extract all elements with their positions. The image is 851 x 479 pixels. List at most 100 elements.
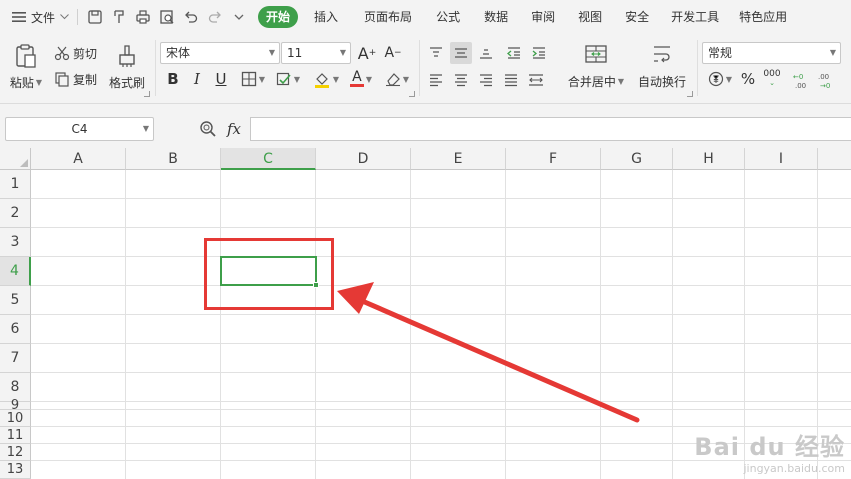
chevron-down-icon: ▼: [725, 74, 733, 84]
row-header-11[interactable]: 11: [0, 427, 31, 444]
font-color-button[interactable]: A ▼: [346, 69, 376, 89]
increase-indent-icon[interactable]: [528, 42, 550, 64]
column-header-e[interactable]: E: [411, 148, 506, 170]
clear-button[interactable]: ▼: [382, 69, 412, 89]
formula-bar: C4 ▼ fx: [0, 104, 851, 148]
borders-button[interactable]: ▼: [238, 69, 268, 89]
tab-special-apps[interactable]: 特色应用: [730, 6, 796, 28]
row-header-1[interactable]: 1: [0, 170, 31, 199]
insert-function-button[interactable]: fx: [222, 119, 246, 139]
row-header-3[interactable]: 3: [0, 228, 31, 257]
wrap-text-label: 自动换行: [637, 75, 686, 89]
cell-style-button[interactable]: ▼: [273, 69, 303, 89]
name-box-value: C4: [71, 122, 88, 136]
currency-button[interactable]: ▼: [705, 69, 735, 89]
format-painter-icon[interactable]: [108, 6, 130, 28]
customize-icon[interactable]: [228, 6, 250, 28]
tab-security[interactable]: 安全: [616, 6, 658, 28]
row-header-6[interactable]: 6: [0, 315, 31, 344]
column-header-d[interactable]: D: [316, 148, 411, 170]
fill-color-button[interactable]: ▼: [310, 69, 342, 89]
name-box[interactable]: C4 ▼: [5, 117, 154, 141]
merge-center-button[interactable]: 合并居中 ▼: [562, 42, 630, 92]
save-icon[interactable]: [84, 6, 106, 28]
grid-row-line: [31, 401, 851, 402]
align-middle-icon[interactable]: [450, 42, 472, 64]
column-header-h[interactable]: H: [673, 148, 745, 170]
zoom-search-icon[interactable]: [198, 119, 218, 139]
thousands-button[interactable]: 000 ⌄: [762, 69, 782, 89]
print-icon[interactable]: [132, 6, 154, 28]
row-header-7[interactable]: 7: [0, 344, 31, 373]
row-header-5[interactable]: 5: [0, 286, 31, 315]
increase-decimal-icon[interactable]: ←0.00: [790, 69, 812, 91]
cut-button[interactable]: 剪切: [53, 43, 97, 63]
distributed-icon[interactable]: [525, 69, 547, 91]
row-header-4[interactable]: 4: [0, 257, 31, 286]
worksheet-grid[interactable]: ABCDEFGHI 1 2 3 4 5 6 7 8 9 10 11 12 13 Bai du 经验 ji…: [0, 148, 851, 479]
column-header-i[interactable]: I: [745, 148, 818, 170]
tab-review[interactable]: 审阅: [522, 6, 564, 28]
tab-home[interactable]: 开始: [258, 6, 299, 28]
grid-row-line: [31, 314, 851, 315]
decrease-indent-icon[interactable]: [503, 42, 525, 64]
clipboard-group-launcher[interactable]: [144, 91, 150, 97]
paste-button[interactable]: 粘贴 ▼: [6, 40, 46, 92]
font-group-launcher[interactable]: [409, 91, 415, 97]
tab-data[interactable]: 数据: [475, 6, 517, 28]
number-format-select[interactable]: 常规 ▼: [702, 42, 841, 64]
underline-button[interactable]: U: [211, 69, 231, 89]
row-header-2[interactable]: 2: [0, 199, 31, 228]
grid-column-line: [672, 170, 673, 479]
decrease-font-icon[interactable]: A −: [382, 43, 404, 63]
justify-icon[interactable]: [500, 69, 522, 91]
align-right-icon[interactable]: [475, 69, 497, 91]
chevron-down-icon: ▼: [332, 74, 340, 84]
tab-view[interactable]: 视图: [569, 6, 611, 28]
row-header-12[interactable]: 12: [0, 444, 31, 461]
tab-insert[interactable]: 插入: [305, 6, 347, 28]
align-left-icon[interactable]: [425, 69, 447, 91]
decrease-decimal-icon[interactable]: .00 →0: [815, 69, 837, 91]
column-header-b[interactable]: B: [126, 148, 221, 170]
row-header-13[interactable]: 13: [0, 461, 31, 479]
undo-icon[interactable]: [180, 6, 202, 28]
alignment-group-launcher[interactable]: [687, 91, 693, 97]
grid-row-line: [31, 343, 851, 344]
tab-page-layout[interactable]: 页面布局: [355, 6, 421, 28]
file-menu[interactable]: 文件: [11, 9, 69, 26]
redo-icon[interactable]: [204, 6, 226, 28]
formula-input[interactable]: [250, 117, 851, 141]
print-preview-icon[interactable]: [156, 6, 178, 28]
increase-font-icon[interactable]: A +: [356, 43, 378, 63]
column-header-c[interactable]: C: [221, 148, 316, 170]
column-header-f[interactable]: F: [506, 148, 601, 170]
italic-button[interactable]: I: [187, 69, 207, 89]
select-all-button[interactable]: [0, 148, 31, 170]
column-header-a[interactable]: A: [31, 148, 126, 170]
row-header-10[interactable]: 10: [0, 410, 31, 427]
wrap-text-button[interactable]: 自动换行: [634, 42, 690, 92]
align-center-icon[interactable]: [450, 69, 472, 91]
align-top-icon[interactable]: [425, 42, 447, 64]
tab-developer[interactable]: 开发工具: [662, 6, 728, 28]
format-painter-button[interactable]: 格式刷: [106, 40, 148, 92]
grid-row-line: [31, 256, 851, 257]
column-header-filler: [818, 148, 851, 170]
grid-column-line: [315, 170, 316, 479]
hamburger-icon: [11, 9, 27, 25]
watermark-bottom: jingyan.baidu.com: [743, 462, 845, 475]
percent-button[interactable]: %: [738, 69, 758, 89]
column-header-g[interactable]: G: [601, 148, 673, 170]
chevron-down-icon: ▼: [293, 74, 301, 84]
copy-button[interactable]: 复制: [53, 69, 97, 89]
brush-icon: [113, 42, 141, 70]
row-header-9[interactable]: 9: [0, 398, 31, 413]
grid-column-line: [505, 170, 506, 479]
bold-button[interactable]: B: [163, 69, 183, 89]
tab-formulas[interactable]: 公式: [427, 6, 469, 28]
font-name-select[interactable]: 宋体 ▼: [160, 42, 280, 64]
eraser-icon: [385, 71, 401, 87]
align-bottom-icon[interactable]: [475, 42, 497, 64]
font-size-select[interactable]: 11 ▼: [281, 42, 351, 64]
